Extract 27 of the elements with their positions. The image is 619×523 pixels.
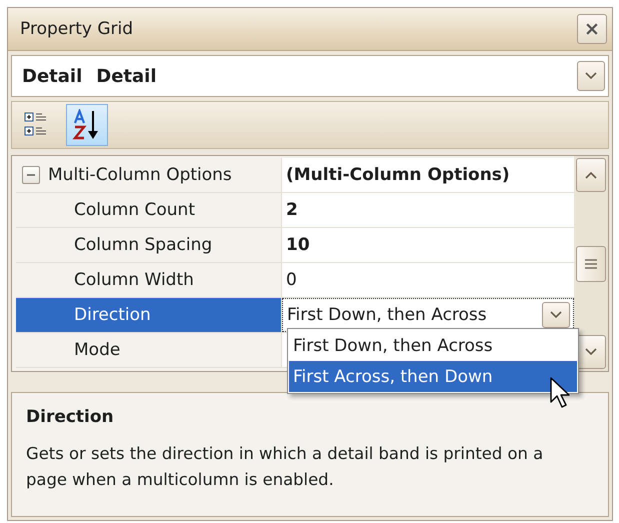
- scroll-thumb[interactable]: [576, 246, 606, 282]
- caret-icon: [585, 72, 597, 80]
- dropdown-button[interactable]: [577, 61, 605, 91]
- caret-icon: [550, 311, 562, 319]
- object-selector[interactable]: Detail Detail: [11, 55, 609, 97]
- description-title: Direction: [26, 407, 115, 427]
- object-type: Detail: [96, 66, 156, 86]
- dropdown-option[interactable]: First Down, then Across: [289, 330, 577, 361]
- property-value[interactable]: 10: [282, 228, 574, 262]
- property-value[interactable]: 0: [282, 263, 574, 297]
- dropdown-button[interactable]: [542, 302, 570, 328]
- caret-icon: [585, 348, 597, 356]
- collapse-icon[interactable]: [22, 166, 40, 184]
- close-button[interactable]: ×: [577, 14, 607, 44]
- object-name: Detail: [22, 66, 82, 86]
- property-value[interactable]: (Multi-Column Options): [282, 158, 574, 192]
- scroll-up-button[interactable]: [576, 158, 606, 192]
- sort-alphabetical-button[interactable]: [66, 104, 108, 146]
- property-value[interactable]: 2: [282, 193, 574, 227]
- dropdown-option[interactable]: First Across, then Down: [289, 361, 577, 392]
- panel-title: Property Grid: [20, 19, 134, 39]
- editor-text: First Down, then Across: [287, 305, 487, 325]
- description-text: Gets or sets the direction in which a detail band is printed on a page when a multicolumn is enabled.: [26, 443, 544, 491]
- property-name[interactable]: Direction: [16, 298, 282, 332]
- scrollbar[interactable]: [574, 156, 608, 371]
- caret-icon: [585, 171, 597, 179]
- scroll-down-button[interactable]: [576, 335, 606, 369]
